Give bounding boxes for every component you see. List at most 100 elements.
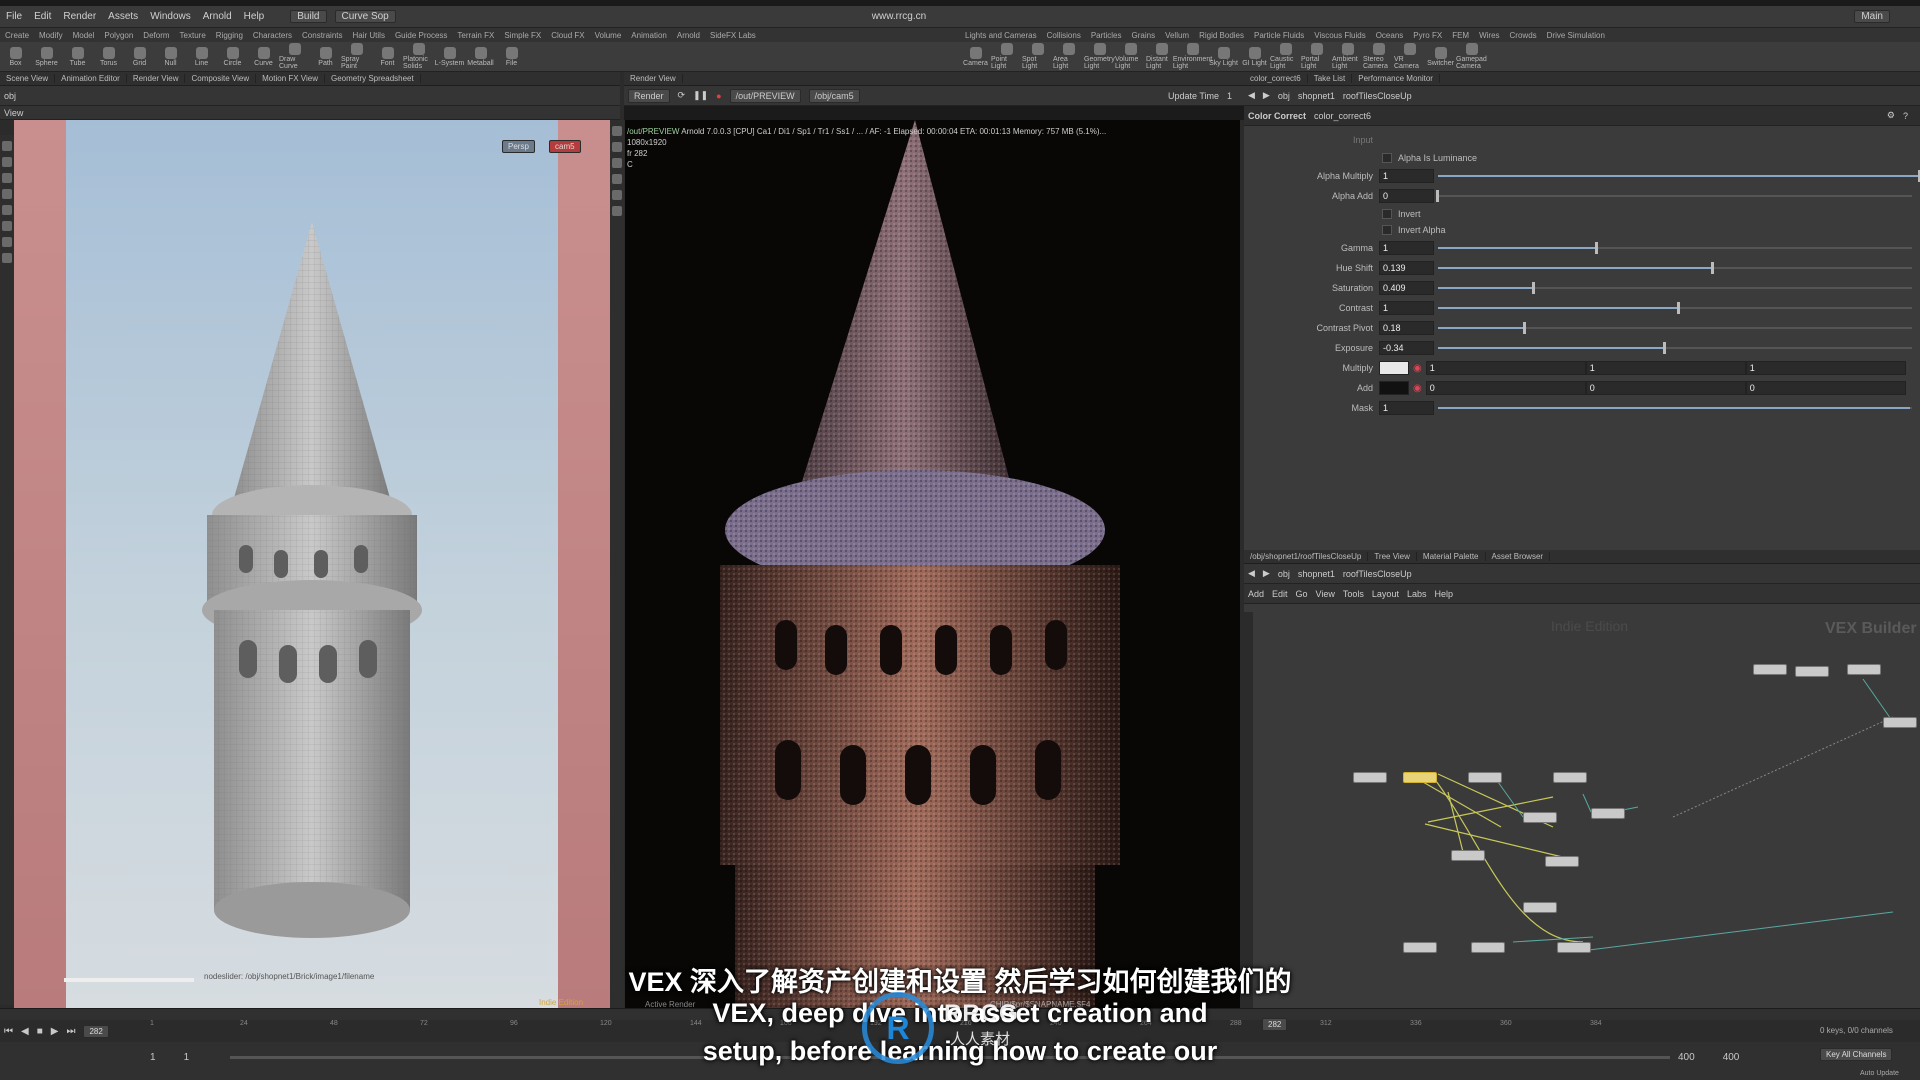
tab-obj-shopnet1-rooftilescloseup[interactable]: /obj/shopnet1/roofTilesCloseUp [1244, 552, 1369, 561]
checkbox-icon[interactable] [1382, 209, 1392, 219]
shelf-tab-model[interactable]: Model [68, 31, 100, 40]
slider-handle[interactable] [1595, 242, 1599, 254]
net-menu-add[interactable]: Add [1248, 589, 1264, 599]
net-menu-labs[interactable]: Labs [1407, 589, 1427, 599]
shelf-tab-crowds[interactable]: Crowds [1505, 31, 1542, 40]
select-tool-icon[interactable] [2, 141, 12, 151]
shelf-tool-portal-light[interactable]: Portal Light [1301, 43, 1332, 70]
tab-scene-view[interactable]: Scene View [0, 74, 56, 83]
shelf-tool-ambient-light[interactable]: Ambient Light [1332, 43, 1363, 70]
param-field-hue-shift[interactable]: 0.139 [1379, 261, 1434, 275]
desktop-selector[interactable]: Main [1854, 10, 1890, 23]
build-desktop-button[interactable]: Build [290, 10, 327, 23]
shelf-tool-draw-curve[interactable]: Draw Curve [279, 43, 310, 70]
shelf-tool-line[interactable]: Line [186, 46, 217, 67]
menu-edit[interactable]: Edit [28, 11, 57, 22]
gear-icon[interactable]: ⚙ [1887, 110, 1895, 121]
color-correct-node[interactable] [1403, 772, 1437, 783]
shelf-tool-grid[interactable]: Grid [124, 46, 155, 67]
shelf-tab-viscous-fluids[interactable]: Viscous Fluids [1309, 31, 1370, 40]
shading-icon[interactable] [612, 158, 622, 168]
param-slider-exposure[interactable] [1438, 341, 1920, 355]
shelf-tab-animation[interactable]: Animation [626, 31, 672, 40]
tab-performance-monitor[interactable]: Performance Monitor [1352, 74, 1440, 83]
tab-tree-view[interactable]: Tree View [1368, 552, 1417, 561]
shelf-tab-volume[interactable]: Volume [590, 31, 627, 40]
visibility-icon[interactable] [612, 206, 622, 216]
lighting-icon[interactable] [612, 142, 622, 152]
shelf-tab-polygon[interactable]: Polygon [99, 31, 138, 40]
net-path-shopnet[interactable]: shopnet1 [1298, 569, 1335, 579]
multiply-r[interactable]: 1 [1425, 361, 1586, 375]
forward-arrow-icon[interactable]: ▶ [1263, 568, 1270, 579]
shelf-tool-switcher[interactable]: Switcher [1425, 46, 1456, 67]
snap-icon[interactable] [612, 174, 622, 184]
tab-material-palette[interactable]: Material Palette [1417, 552, 1486, 561]
scene-viewport[interactable]: Persp cam5 nodeslider: /obj/shopnet1/Bri… [14, 120, 610, 1008]
pose-tool-icon[interactable] [2, 221, 12, 231]
shelf-tab-drive-simulation[interactable]: Drive Simulation [1542, 31, 1610, 40]
shelf-tool-vr-camera[interactable]: VR Camera [1394, 43, 1425, 70]
shelf-tab-collisions[interactable]: Collisions [1042, 31, 1086, 40]
multiply-color-swatch[interactable] [1379, 361, 1409, 375]
rotate-tool-icon[interactable] [2, 173, 12, 183]
param-field-saturation[interactable]: 0.409 [1379, 281, 1434, 295]
back-arrow-icon[interactable]: ◀ [1248, 90, 1255, 101]
vex-node[interactable] [1591, 808, 1625, 819]
shelf-tool-camera[interactable]: Camera [960, 46, 991, 67]
slider-handle[interactable] [1522, 322, 1526, 334]
tab-take-list[interactable]: Take List [1308, 74, 1353, 83]
refresh-icon[interactable]: ⟳ [678, 90, 686, 101]
alpha-is-luminance-toggle[interactable]: Alpha Is Luminance [1244, 150, 1920, 166]
shelf-tool-curve[interactable]: Curve [248, 46, 279, 67]
shelf-tab-hair-utils[interactable]: Hair Utils [348, 31, 390, 40]
vex-node[interactable] [1545, 856, 1579, 867]
add-g[interactable]: 0 [1585, 381, 1746, 395]
param-slider-contrast[interactable] [1438, 301, 1920, 315]
node-name-field[interactable]: color_correct6 [1314, 111, 1371, 121]
shelf-tab-cloud-fx[interactable]: Cloud FX [546, 31, 589, 40]
shelf-tab-create[interactable]: Create [0, 31, 34, 40]
tab-composite-view[interactable]: Composite View [185, 74, 257, 83]
update-time-value[interactable]: 1 [1227, 91, 1232, 101]
shelf-tab-constraints[interactable]: Constraints [297, 31, 347, 40]
mask-slider[interactable] [1438, 401, 1920, 415]
param-slider-alpha-add[interactable] [1436, 189, 1920, 203]
tab-geometry-spreadsheet[interactable]: Geometry Spreadsheet [325, 74, 421, 83]
net-menu-edit[interactable]: Edit [1272, 589, 1288, 599]
shelf-tab-vellum[interactable]: Vellum [1160, 31, 1194, 40]
multiply-b[interactable]: 1 [1745, 361, 1906, 375]
shelf-tool-point-light[interactable]: Point Light [991, 43, 1022, 70]
shelf-tool-path[interactable]: Path [310, 46, 341, 67]
vex-node[interactable] [1471, 942, 1505, 953]
render-camera-field[interactable]: /obj/cam5 [808, 88, 860, 103]
vex-node[interactable] [1795, 666, 1829, 677]
shelf-tool-font[interactable]: Font [372, 46, 403, 67]
shelf-tab-grains[interactable]: Grains [1127, 31, 1161, 40]
tab-animation-editor[interactable]: Animation Editor [55, 74, 127, 83]
vex-node[interactable] [1403, 942, 1437, 953]
tab-render-view[interactable]: Render View [127, 74, 186, 83]
vex-node[interactable] [1468, 772, 1502, 783]
param-slider-saturation[interactable] [1438, 281, 1920, 295]
shelf-tab-fem[interactable]: FEM [1447, 31, 1474, 40]
shelf-tool-caustic-light[interactable]: Caustic Light [1270, 43, 1301, 70]
slider-handle[interactable] [1662, 342, 1666, 354]
vex-node[interactable] [1353, 772, 1387, 783]
checkbox-icon[interactable] [1382, 153, 1392, 163]
shelf-tool-metaball[interactable]: Metaball [465, 46, 496, 67]
slider-handle[interactable] [1710, 262, 1714, 274]
shelf-tool-sky-light[interactable]: Sky Light [1208, 46, 1239, 67]
shelf-tab-lights-and-cameras[interactable]: Lights and Cameras [960, 31, 1042, 40]
render-button[interactable]: Render [628, 88, 670, 103]
shelf-tab-modify[interactable]: Modify [34, 31, 68, 40]
net-menu-view[interactable]: View [1316, 589, 1335, 599]
vex-node[interactable] [1523, 902, 1557, 913]
param-slider-hue-shift[interactable] [1438, 261, 1920, 275]
add-b[interactable]: 0 [1745, 381, 1906, 395]
help-icon[interactable]: ? [1903, 111, 1908, 121]
shelf-tool-box[interactable]: Box [0, 46, 31, 67]
curve-sop-button[interactable]: Curve Sop [334, 10, 396, 23]
param-field-contrast[interactable]: 1 [1379, 301, 1434, 315]
forward-arrow-icon[interactable]: ▶ [1263, 90, 1270, 101]
